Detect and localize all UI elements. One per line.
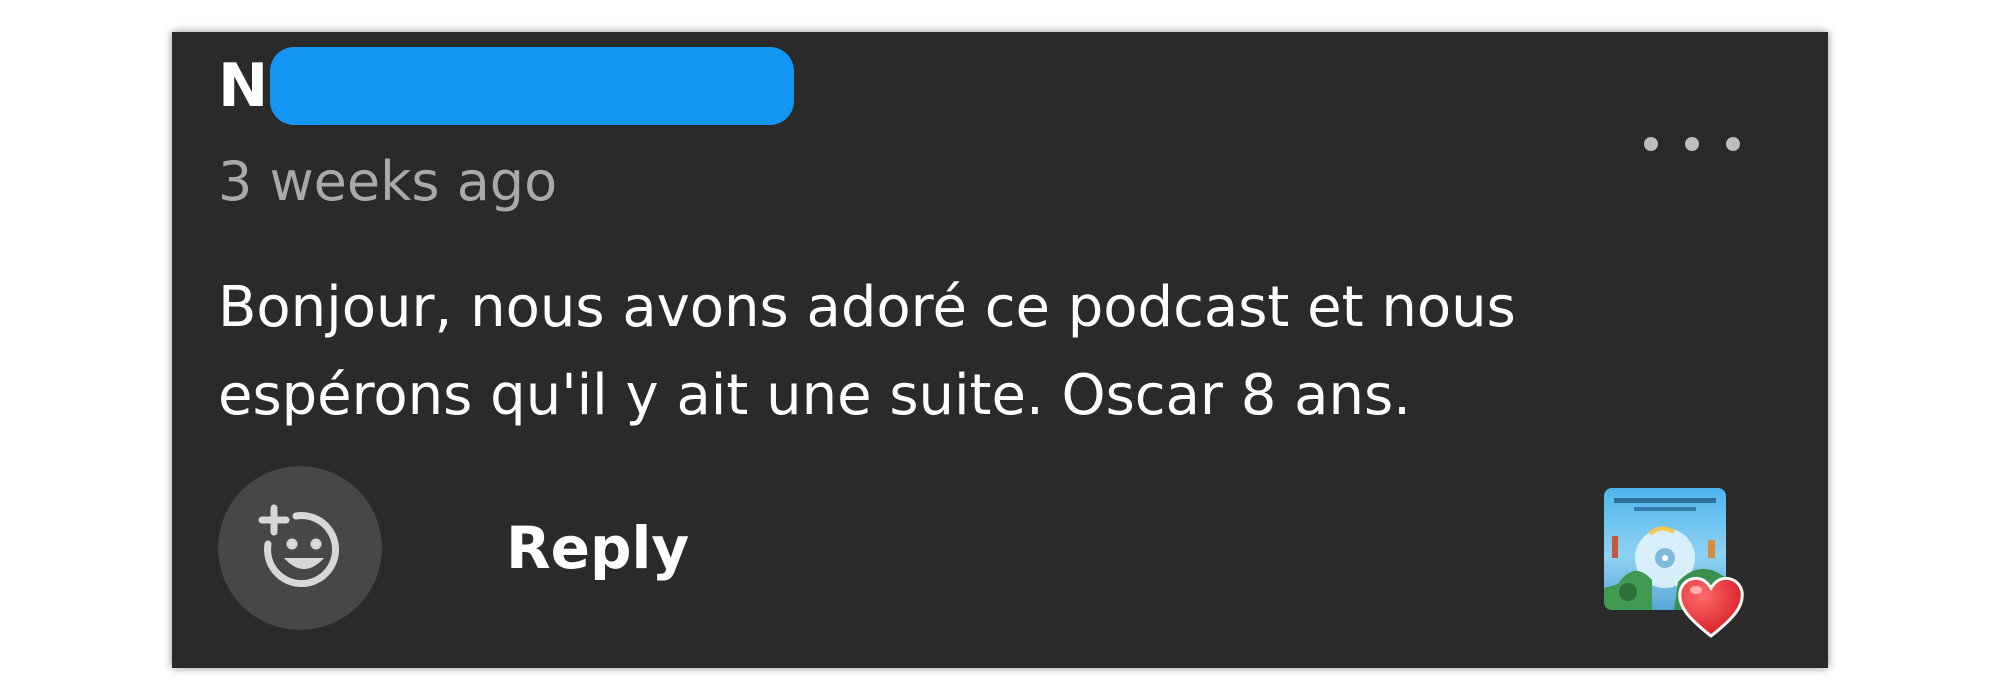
more-options-icon-dot [1726, 137, 1740, 151]
author-row: N [218, 46, 795, 126]
creator-like-indicator [1592, 488, 1744, 638]
add-reaction-button[interactable] [218, 466, 382, 630]
reply-button[interactable]: Reply [506, 514, 689, 584]
more-options-button[interactable] [1644, 122, 1740, 166]
more-options-icon-dot [1685, 137, 1699, 151]
comment-text: Bonjour, nous avons adoré ce podcast et … [218, 275, 1516, 428]
redacted-name-block [270, 47, 795, 125]
more-options-icon [1644, 137, 1658, 151]
add-reaction-icon [258, 504, 339, 587]
comment-timestamp: 3 weeks ago [218, 150, 558, 213]
comment-card: N 3 weeks ago Bonjour, nous avons adoré … [172, 32, 1828, 668]
heart-icon [1678, 576, 1744, 638]
author-name[interactable]: N [218, 56, 268, 116]
